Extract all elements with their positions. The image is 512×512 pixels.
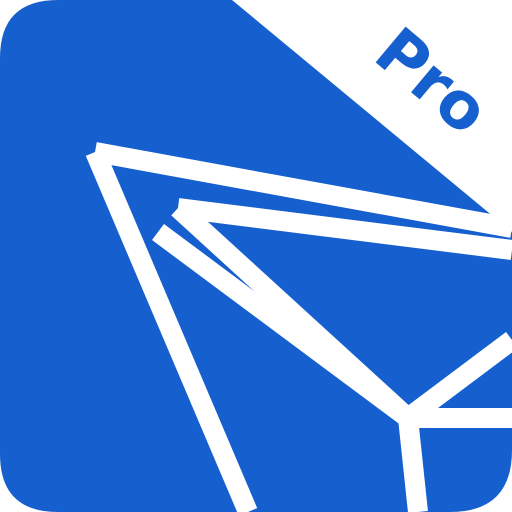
app-icon-graphic: Pro — [0, 0, 512, 512]
app-icon: Pro — [0, 0, 512, 512]
